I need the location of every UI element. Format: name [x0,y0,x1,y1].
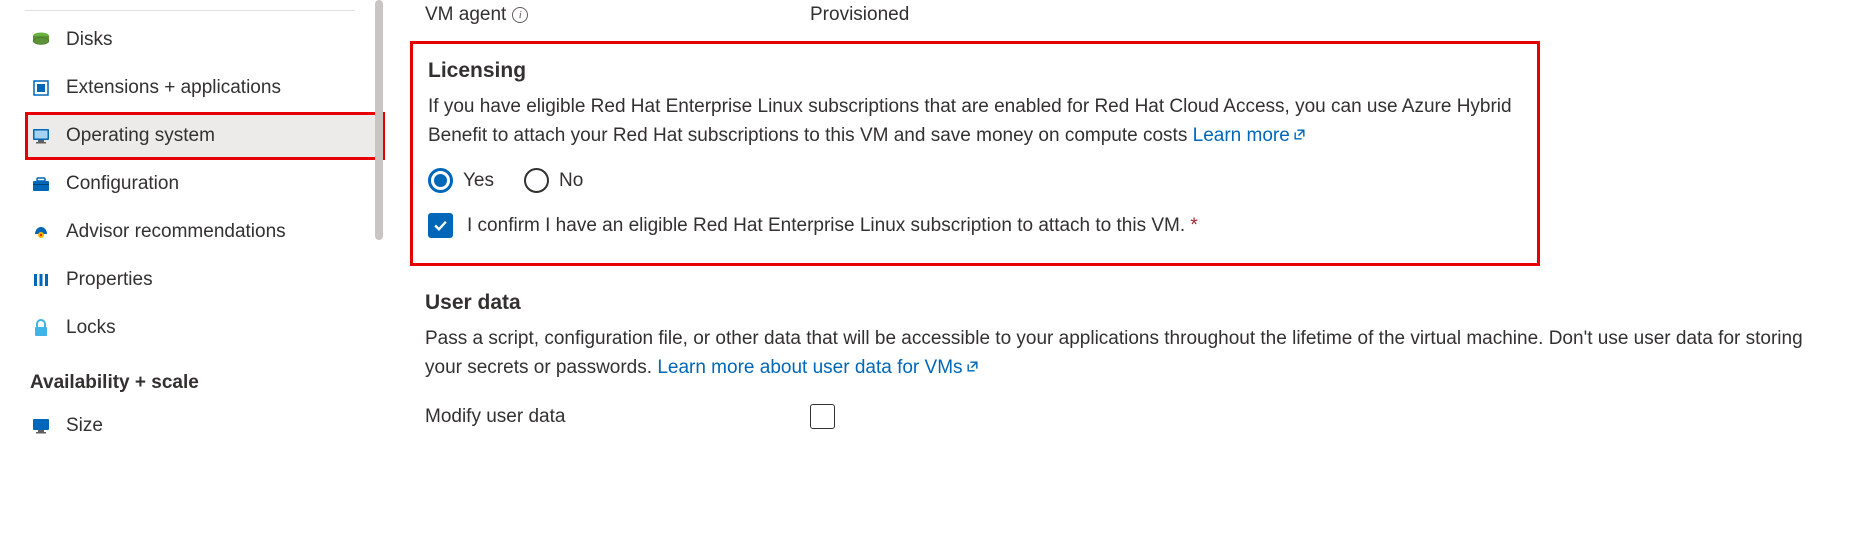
vm-agent-label: VM agent [425,4,506,26]
userdata-desc: Pass a script, configuration file, or ot… [425,325,1841,400]
main-content: VM agent i Provisioned Licensing If you … [385,0,1861,540]
vm-agent-label-group: VM agent i [425,4,810,26]
scrollbar[interactable] [375,0,383,240]
sidebar-item-advisor[interactable]: Advisor recommendations [25,208,385,256]
disks-icon [30,29,52,51]
sidebar-item-label: Extensions + applications [66,77,281,99]
radio-input-no[interactable] [524,168,549,193]
licensing-title: Licensing [428,59,1522,93]
userdata-section: User data Pass a script, configuration f… [425,286,1841,439]
userdata-learn-more-link[interactable]: Learn more about user data for VMs [657,357,978,378]
vm-agent-value: Provisioned [810,4,909,26]
sidebar-item-operating-system[interactable]: Operating system [25,112,385,160]
vm-agent-row: VM agent i Provisioned [425,0,1841,36]
checkmark-icon [433,218,448,233]
radio-input-yes[interactable] [428,168,453,193]
external-link-icon [1293,128,1306,141]
userdata-title: User data [425,291,1841,325]
radio-no-label: No [559,170,583,192]
sidebar-item-label: Locks [66,317,116,339]
sidebar-item-label: Configuration [66,173,179,195]
sidebar: Disks Extensions + applications Operatin… [0,0,385,540]
sidebar-item-configuration[interactable]: Configuration [25,160,385,208]
sidebar-item-label: Disks [66,29,112,51]
required-asterisk: * [1185,215,1198,236]
confirm-checkbox[interactable] [428,213,453,238]
licensing-radio-group: Yes No [428,168,1522,213]
monitor-icon [30,125,52,147]
toolbox-icon [30,173,52,195]
external-link-icon [966,360,979,373]
sidebar-item-size[interactable]: Size [25,402,385,450]
licensing-desc: If you have eligible Red Hat Enterprise … [428,93,1522,168]
sidebar-item-label: Operating system [66,125,215,147]
sidebar-item-label: Advisor recommendations [66,221,286,243]
divider [25,10,355,11]
properties-icon [30,269,52,291]
modify-userdata-row: Modify user data [425,400,1841,439]
radio-no[interactable]: No [524,168,583,193]
lock-icon [30,317,52,339]
sidebar-item-properties[interactable]: Properties [25,256,385,304]
sidebar-item-disks[interactable]: Disks [25,16,385,64]
licensing-learn-more-link[interactable]: Learn more [1193,125,1306,146]
sidebar-item-label: Size [66,415,103,437]
licensing-section: Licensing If you have eligible Red Hat E… [410,41,1540,266]
sidebar-item-label: Properties [66,269,153,291]
radio-yes[interactable]: Yes [428,168,494,193]
confirm-row: I confirm I have an eligible Red Hat Ent… [428,213,1522,238]
confirm-label: I confirm I have an eligible Red Hat Ent… [467,215,1198,237]
sidebar-item-locks[interactable]: Locks [25,304,385,352]
info-icon[interactable]: i [512,7,528,23]
modify-userdata-label: Modify user data [425,406,810,428]
sidebar-item-extensions[interactable]: Extensions + applications [25,64,385,112]
extensions-icon [30,77,52,99]
radio-yes-label: Yes [463,170,494,192]
size-icon [30,415,52,437]
advisor-icon [30,221,52,243]
modify-userdata-checkbox[interactable] [810,404,835,429]
section-header-availability: Availability + scale [25,352,385,402]
